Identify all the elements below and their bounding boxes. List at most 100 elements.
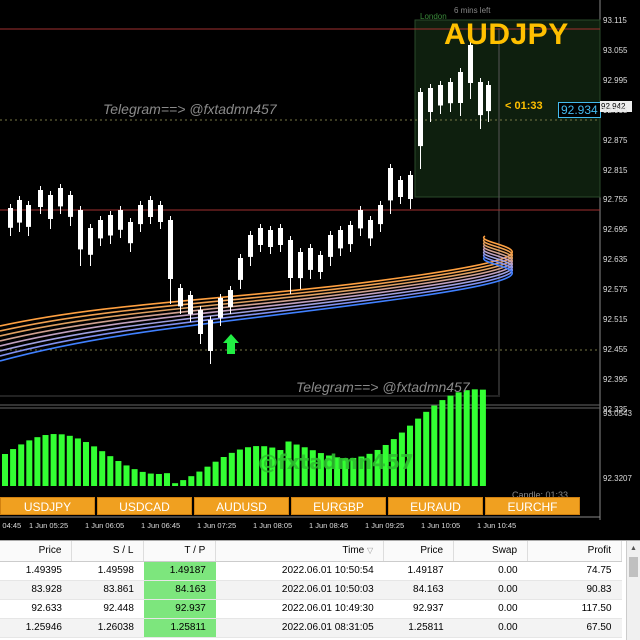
symbol-tab-eurchf[interactable]: EURCHF [485,497,580,515]
candle-body [278,228,283,245]
histogram-bar [471,389,478,486]
order-cell: 92.937 [143,599,216,619]
orders-table: Price S / L T / P Time ▽ Price Swap Prof… [0,541,622,638]
candle-body [168,220,173,279]
histogram-bar [431,405,438,486]
order-cell: 1.49395 [0,561,72,581]
col-close-price[interactable]: Price [383,541,455,562]
order-cell: 1.25946 [0,618,72,638]
price-axis-label: 93.055 [603,45,628,55]
order-cell: 74.75 [527,561,622,581]
buy-arrow-icon [223,334,239,354]
candle-body [88,228,93,255]
histogram-bar [463,390,470,486]
candle-body [458,72,463,103]
col-price[interactable]: Price [0,541,73,562]
histogram-bar [196,471,203,486]
orders-scrollbar[interactable]: ▲ [626,541,640,640]
handle-watermark: @fxtadmn457 [258,450,414,474]
candle-body [218,298,223,318]
candle-countdown: < 01:33 [505,100,543,112]
histogram-bar [115,461,122,486]
order-row[interactable]: 1.49395 1.49598 1.49187 2022.06.01 10:50:54… [0,561,622,581]
symbol-tab-euraud[interactable]: EURAUD [388,497,483,515]
candle-body [448,82,453,104]
price-axis-label: 93.115 [603,16,627,25]
orders-header: Price S / L T / P Time ▽ Price Swap Prof… [0,541,622,562]
candle-body [118,210,123,230]
histogram-bar [188,476,195,486]
candle-body [298,252,303,279]
candle-body [328,235,333,257]
orders-body: 1.49395 1.49598 1.49187 2022.06.01 10:50:54… [0,561,622,638]
histogram-bar [447,395,454,486]
order-cell: 2022.06.01 10:50:03 [215,580,384,600]
order-cell: 92.448 [71,599,144,619]
histogram-bar [415,418,422,486]
candle-body [188,295,193,315]
candle-body [108,215,113,236]
histogram-bar [91,446,98,486]
order-cell: 0.00 [453,580,528,600]
histogram-bar [58,434,65,486]
candle-body [388,168,393,201]
histogram-bar [34,437,41,486]
symbol-tab-usdjpy[interactable]: USDJPY [0,497,95,515]
symbol-tab-eurgbp[interactable]: EURGBP [291,497,386,515]
candle-body [338,230,343,249]
order-cell: 1.49598 [71,561,144,581]
price-axis-label: 92.875 [603,135,628,145]
telegram-watermark-bottom: Telegram==> @fxtadmn457 [296,379,470,395]
histogram-bar [172,483,179,486]
col-time[interactable]: Time ▽ [215,541,385,562]
bid-price-label: 92.934 [558,102,601,118]
histogram-bar [123,465,130,486]
candle-body [318,255,323,272]
candle-body [288,240,293,278]
candle-body [138,205,143,225]
col-sl[interactable]: S / L [71,541,145,562]
order-row[interactable]: 83.928 83.861 84.163 2022.06.01 10:50:03 84.… [0,580,622,600]
order-cell: 1.25811 [383,618,454,638]
time-axis-label: 1 Jun 08:05 [253,521,293,530]
histogram-bar [139,471,146,486]
order-cell: 0.00 [453,618,528,638]
candle-body [148,200,153,217]
histogram-bar [26,440,33,486]
col-profit[interactable]: Profit [527,541,622,562]
col-swap[interactable]: Swap [453,541,529,562]
price-axis-label: 92.395 [603,374,628,384]
order-cell: 90.83 [527,580,622,600]
candle-body [158,205,163,222]
sort-icon: ▽ [367,546,374,556]
order-row[interactable]: 1.25946 1.26038 1.25811 2022.06.01 08:31:05… [0,618,622,638]
price-axis-label: 92.635 [603,255,628,265]
histogram-bar [164,473,170,486]
histogram-bar [2,454,8,486]
candle-body [68,195,73,217]
col-tp[interactable]: T / P [143,541,217,562]
histogram-bar [455,392,462,486]
indicator-axis-label: 92.3207 [603,474,632,483]
scroll-up-icon[interactable]: ▲ [630,545,637,552]
order-cell: 83.861 [71,580,144,600]
scroll-thumb[interactable] [629,557,638,577]
price-axis-label: 92.515 [603,315,628,324]
histogram-bar [74,438,81,486]
order-row[interactable]: 92.633 92.448 92.937 2022.06.01 10:49:30 92.… [0,599,622,619]
symbol-tab-audusd[interactable]: AUDUSD [194,497,289,515]
price-axis-label: 92.575 [603,285,628,295]
order-cell: 0.00 [453,561,528,581]
histogram-bar [236,449,243,486]
histogram-bar [479,389,486,486]
candle-body [178,288,183,307]
histogram-bar [18,444,25,486]
candle-body [208,320,213,351]
order-cell: 83.928 [0,580,72,600]
histogram-bar [155,473,162,486]
candle-body [408,175,413,199]
candle-body [358,210,363,229]
symbol-tab-usdcad[interactable]: USDCAD [97,497,192,515]
candle-body [268,230,273,247]
price-chart[interactable]: London 6 mins left AUDJPY Telegram==> @f… [0,0,640,540]
